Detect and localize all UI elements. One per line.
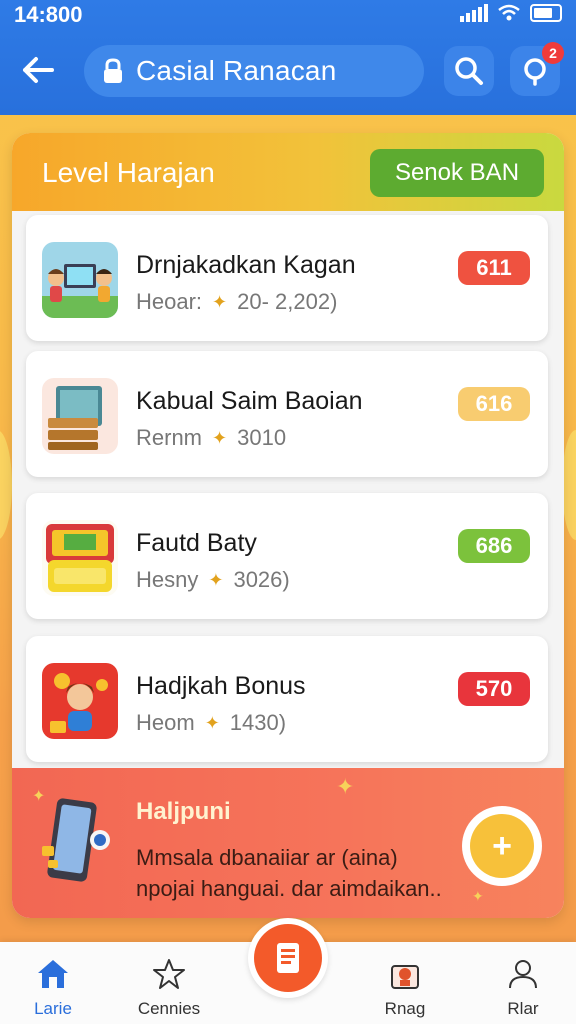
star-icon [153, 959, 185, 989]
item-sub-value: 3026) [233, 567, 290, 592]
person-icon [509, 960, 537, 989]
battery-icon [530, 4, 562, 22]
list-item[interactable]: Hadjkah Bonus Heom ✦ 1430) 570 [26, 636, 548, 762]
coin-icon: ✦ [208, 569, 224, 590]
item-sub-value: 3010 [237, 425, 287, 450]
level-panel: Level Harajan Senok BAN Drnjakadkan Kaga… [12, 133, 564, 918]
search-button[interactable] [444, 46, 494, 96]
home-icon [38, 960, 68, 988]
points-badge: 611 [458, 251, 530, 285]
phone-icon [42, 798, 110, 882]
nav-label: Rnag [384, 999, 426, 1018]
nav-item-rnag[interactable]: Rnag [360, 958, 450, 1019]
sparkle-icon: ✦ [472, 888, 484, 904]
back-button[interactable] [18, 50, 58, 90]
list-item[interactable]: Drnjakadkan Kagan Heoar: ✦ 20- 2,202) 61… [26, 215, 548, 341]
gift-icon [391, 965, 419, 989]
arrow-left-icon [23, 57, 54, 83]
item-sub-value: 20- 2,202) [237, 289, 338, 314]
item-thumbnail [42, 242, 118, 318]
notification-badge: 2 [542, 42, 564, 64]
promo-description: Mmsala dbanaiiar ar (aina) npojai hangua… [136, 845, 442, 901]
nav-item-cennies[interactable]: Cennies [124, 958, 214, 1019]
panel-header: Level Harajan Senok BAN [12, 133, 564, 211]
app-header: 14:800 Casial Ranacan 2 [0, 0, 576, 115]
item-thumbnail [42, 663, 118, 739]
panel-action-button[interactable]: Senok BAN [370, 149, 544, 197]
points-badge: 570 [458, 672, 530, 706]
side-glow [0, 430, 12, 540]
coin-icon: ✦ [212, 427, 228, 448]
promo-action-button[interactable]: + [462, 806, 542, 886]
item-sub-label: Heoar: [136, 289, 203, 314]
status-bar: 14:800 [0, 0, 576, 32]
panel-title: Level Harajan [42, 157, 215, 188]
item-sub-label: Heom [136, 710, 195, 735]
signal-icon [460, 4, 488, 22]
coin-icon: ✦ [212, 291, 228, 312]
nav-label: Larie [34, 999, 72, 1018]
wifi-icon [498, 4, 520, 21]
item-subtitle: Heom ✦ 1430) [136, 710, 286, 736]
plus-icon: + [470, 814, 534, 878]
nav-item-profile[interactable]: Rlar [478, 958, 568, 1019]
item-sub-label: Hesny [136, 567, 199, 592]
promo-banner[interactable]: ✦ ✦ ✦ Haljpuni Mmsala dbanaiiar ar (aina… [12, 768, 564, 918]
coin-icon: ✦ [204, 712, 220, 733]
center-action-button[interactable] [248, 918, 328, 998]
item-thumbnail [42, 520, 118, 596]
nav-label: Cennies [137, 999, 201, 1018]
notification-button[interactable]: 2 [510, 42, 564, 96]
item-subtitle: Hesny ✦ 3026) [136, 567, 290, 593]
item-thumbnail [42, 378, 118, 454]
header-title: Casial Ranacan [136, 55, 337, 86]
item-subtitle: Rernm ✦ 3010 [136, 425, 286, 451]
points-badge: 616 [458, 387, 530, 421]
nav-label: Rlar [507, 999, 539, 1018]
item-name: Fautd Baty [136, 529, 257, 557]
list-item[interactable]: Fautd Baty Hesny ✦ 3026) 686 [26, 493, 548, 619]
promo-title: Haljpuni [136, 798, 231, 825]
side-glow [562, 430, 576, 540]
status-icons [460, 4, 562, 22]
item-name: Kabual Saim Baoian [136, 387, 363, 415]
points-badge: 686 [458, 529, 530, 563]
document-icon [254, 924, 322, 992]
search-icon [455, 57, 483, 85]
item-name: Hadjkah Bonus [136, 672, 306, 700]
item-name: Drnjakadkan Kagan [136, 251, 356, 279]
status-time: 14:800 [14, 2, 83, 27]
sparkle-icon: ✦ [336, 774, 355, 799]
search-bar[interactable]: Casial Ranacan [84, 45, 424, 97]
list-item[interactable]: Kabual Saim Baoian Rernm ✦ 3010 616 [26, 351, 548, 477]
item-sub-label: Rernm [136, 425, 203, 450]
item-subtitle: Heoar: ✦ 20- 2,202) [136, 289, 337, 315]
nav-item-home[interactable]: Larie [8, 958, 98, 1019]
lock-icon [104, 58, 122, 83]
item-sub-value: 1430) [229, 710, 287, 735]
